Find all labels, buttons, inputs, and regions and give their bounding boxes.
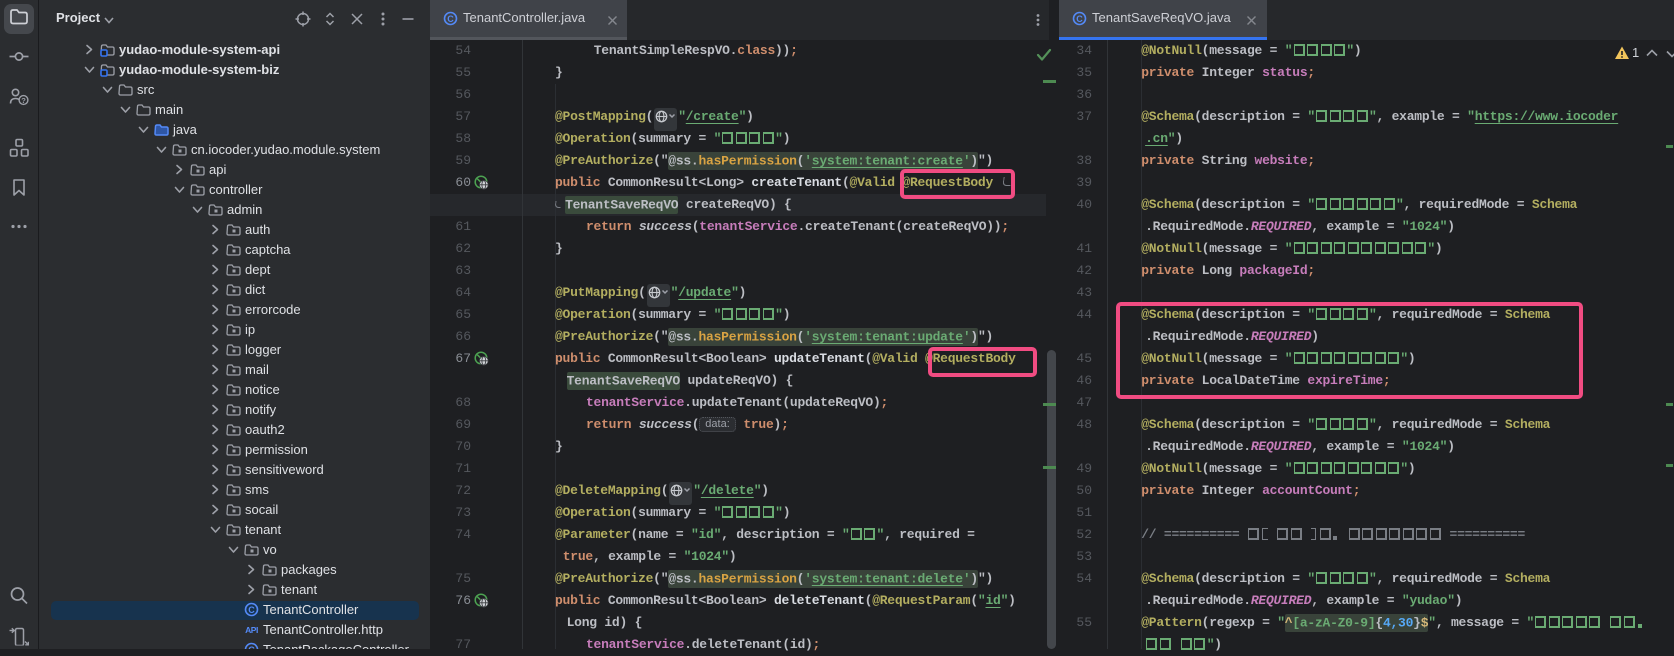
svg-text:C: C: [248, 605, 255, 615]
svg-text:C: C: [447, 14, 454, 24]
svg-text:?: ?: [21, 96, 26, 105]
svg-text:C: C: [1076, 14, 1083, 24]
svg-text:C: C: [248, 645, 255, 649]
svg-text:API: API: [245, 625, 258, 635]
